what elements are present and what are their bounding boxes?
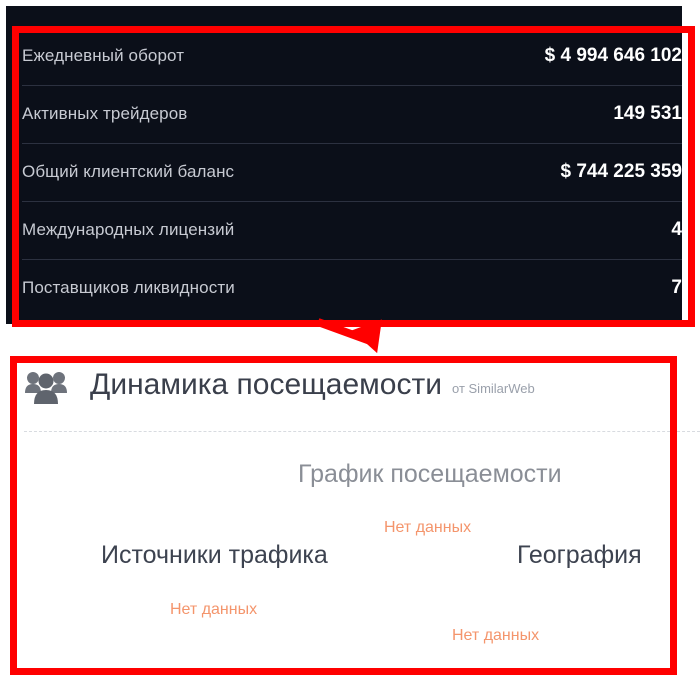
highlight-box — [12, 26, 695, 327]
highlight-box — [10, 356, 677, 675]
